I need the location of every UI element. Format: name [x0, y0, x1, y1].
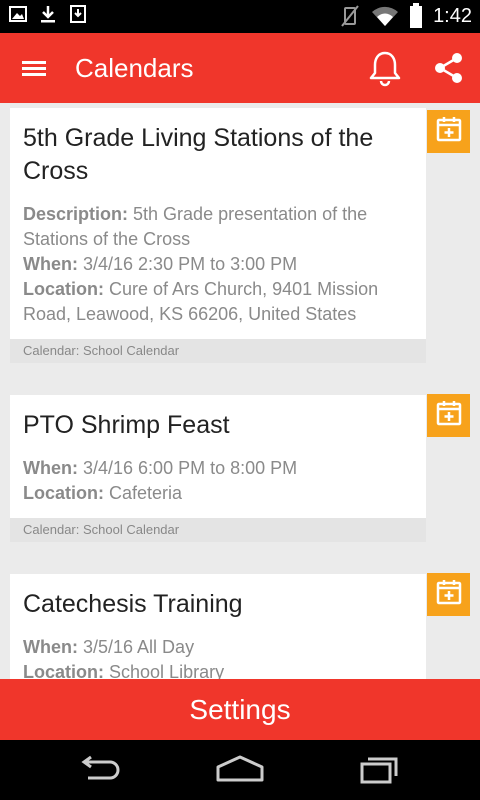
page-title: Calendars [75, 53, 194, 83]
when-value: 3/5/16 All Day [83, 637, 195, 657]
back-icon[interactable] [76, 754, 124, 789]
download-box-icon [68, 4, 88, 24]
status-bar: 1:42 [0, 0, 480, 33]
event-list[interactable]: 5th Grade Living Stations of the Cross D… [0, 103, 480, 679]
recents-icon[interactable] [356, 754, 404, 789]
calendar-add-icon [435, 578, 463, 611]
wifi-icon [371, 4, 399, 28]
event-when: When: 3/5/16 All Day [23, 635, 413, 660]
event-description: Description: 5th Grade presentation of t… [23, 202, 413, 252]
app-bar: Calendars [0, 33, 480, 103]
location-label: Location: [23, 279, 104, 299]
when-value: 3/4/16 2:30 PM to 3:00 PM [83, 254, 298, 274]
home-icon[interactable] [214, 754, 266, 789]
battery-icon [409, 3, 423, 29]
hamburger-menu-icon[interactable] [14, 52, 54, 84]
description-label: Description: [23, 204, 129, 224]
event-title: PTO Shrimp Feast [23, 411, 230, 439]
calendar-add-icon [435, 115, 463, 148]
event-title: Catechesis Training [23, 590, 243, 618]
event-card[interactable]: Catechesis Training When: 3/5/16 All Day… [10, 574, 426, 679]
event-location: Location: School Library [23, 660, 413, 679]
event-calendar-name: Calendar: School Calendar [10, 518, 426, 542]
when-label: When: [23, 458, 78, 478]
vibrate-muted-icon [339, 4, 361, 28]
share-icon[interactable] [431, 50, 467, 86]
event-when: When: 3/4/16 2:30 PM to 3:00 PM [23, 252, 413, 277]
event-card[interactable]: 5th Grade Living Stations of the Cross D… [10, 108, 426, 363]
add-to-calendar-button[interactable] [427, 573, 470, 616]
event-calendar-name: Calendar: School Calendar [10, 339, 426, 363]
system-nav-bar [0, 740, 480, 800]
when-label: When: [23, 637, 78, 657]
event-details: When: 3/5/16 All Day Location: School Li… [10, 621, 426, 679]
when-label: When: [23, 254, 78, 274]
bell-icon[interactable] [367, 49, 403, 87]
location-label: Location: [23, 483, 104, 503]
when-value: 3/4/16 6:00 PM to 8:00 PM [83, 458, 298, 478]
event-when: When: 3/4/16 6:00 PM to 8:00 PM [23, 456, 413, 481]
clock: 1:42 [433, 4, 472, 27]
event-location: Location: Cafeteria [23, 481, 413, 506]
event-details: Description: 5th Grade presentation of t… [10, 188, 426, 339]
add-to-calendar-button[interactable] [427, 394, 470, 437]
settings-button[interactable]: Settings [0, 679, 480, 740]
location-value: School Library [109, 662, 225, 679]
location-label: Location: [23, 662, 104, 679]
event-title: 5th Grade Living Stations of the Cross [23, 124, 374, 185]
event-card[interactable]: PTO Shrimp Feast When: 3/4/16 6:00 PM to… [10, 395, 426, 542]
location-value: Cafeteria [109, 483, 183, 503]
calendar-add-icon [435, 399, 463, 432]
event-details: When: 3/4/16 6:00 PM to 8:00 PM Location… [10, 442, 426, 518]
add-to-calendar-button[interactable] [427, 110, 470, 153]
image-icon [8, 4, 28, 24]
download-icon [38, 4, 58, 24]
event-location: Location: Cure of Ars Church, 9401 Missi… [23, 277, 413, 327]
